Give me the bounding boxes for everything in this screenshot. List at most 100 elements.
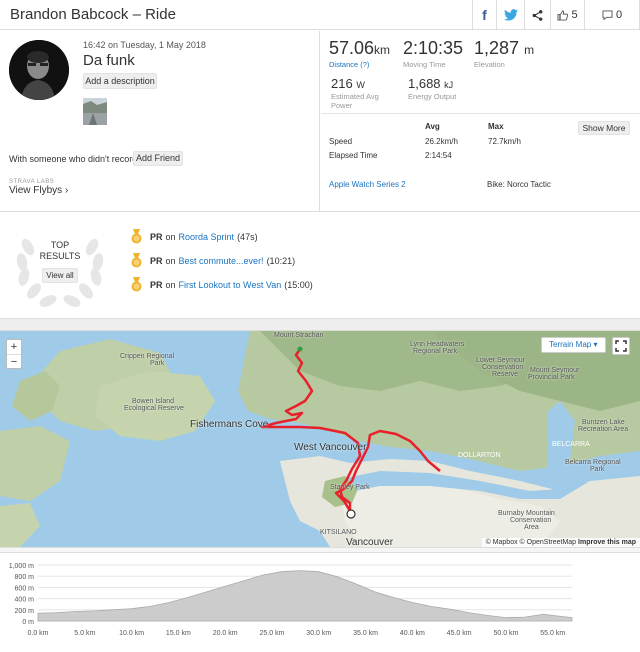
y-tick-label: 600 m (15, 585, 35, 592)
section-divider (0, 211, 640, 212)
elevation-area[interactable] (37, 570, 573, 622)
top-results-heading: TOP RESULTS (25, 240, 95, 262)
x-tick-label: 5.0 km (74, 630, 95, 637)
segment-link[interactable]: Best commute...ever! (179, 256, 264, 266)
activity-summary: 16:42 on Tuesday, 1 May 2018 Da funk Add… (0, 31, 320, 211)
speed-label: Speed (329, 137, 353, 146)
speed-avg: 26.2km/h (425, 137, 458, 146)
activity-stats: 57.06km Distance (?) 2:10:35 Moving Time… (321, 31, 640, 211)
route-map[interactable]: Mount Strachan Lynn Headwaters Regional … (0, 331, 640, 547)
pr-medal-icon (131, 253, 142, 268)
map-label: Regional Park (413, 348, 457, 355)
moving-time-stat: 2:10:35 Moving Time (403, 38, 463, 69)
map-label: Conservation (510, 517, 552, 524)
segment-time: (10:21) (266, 255, 296, 266)
expand-icon (615, 340, 627, 352)
thumbs-up-icon (557, 9, 569, 21)
map-label: Buntzen Lake (582, 419, 625, 426)
pr-badge: PR (150, 231, 163, 242)
map-label: KITSILANO (320, 529, 357, 536)
map-label: DOLLARTON (458, 452, 501, 459)
comment-button[interactable]: 0 (584, 0, 640, 30)
moving-time-label: Moving Time (403, 60, 446, 69)
activity-date: 16:42 on Tuesday, 1 May 2018 (83, 40, 206, 50)
achievement-item: PR on Roorda Sprint (47s) (130, 229, 258, 244)
map-type-select[interactable]: Terrain Map ▾ (541, 337, 606, 353)
power-label-1: Estimated Avg (331, 92, 379, 101)
twitter-icon (503, 9, 518, 21)
with-someone-text: With someone who didn't record? (9, 154, 143, 164)
segment-link[interactable]: Roorda Sprint (179, 232, 235, 242)
segment-time: (15:00) (284, 279, 313, 290)
moving-time-value: 2:10:35 (403, 38, 464, 58)
fullscreen-button[interactable] (612, 337, 630, 355)
device-link[interactable]: Apple Watch Series 2 (329, 180, 406, 189)
view-all-button[interactable]: View all (42, 268, 78, 283)
energy-value: 1,688 (408, 76, 441, 91)
map-label: Park (150, 360, 165, 367)
kudos-count: 5 (571, 9, 578, 21)
map-label: Stanley Park (330, 484, 370, 491)
map-label: Crippen Regional (120, 353, 175, 360)
achievement-item: PR on Best commute...ever! (10:21) (130, 253, 295, 268)
osm-attribution[interactable]: © OpenStreetMap (520, 539, 577, 546)
top-results-line-1: TOP (50, 240, 70, 250)
start-marker (297, 346, 303, 352)
avatar[interactable] (9, 40, 69, 100)
facebook-icon: f (482, 7, 487, 23)
improve-map-link[interactable]: Improve this map (578, 539, 636, 546)
map-label: Belcarra Regional (565, 459, 621, 466)
map-label: Park (590, 466, 605, 473)
stats-divider (321, 113, 640, 114)
map-label: Fishermans Cove (190, 419, 269, 430)
x-tick-label: 0.0 km (27, 630, 48, 637)
bike-name: Bike: Norco Tactic (487, 180, 551, 189)
zoom-in-button[interactable]: + (7, 340, 21, 355)
view-flybys-link[interactable]: View Flybys › (9, 185, 68, 196)
map-label: Reserve (492, 371, 519, 378)
kudos-button[interactable]: 5 (550, 0, 584, 30)
map-label: Provincial Park (528, 374, 575, 381)
activity-name: Da funk (83, 52, 135, 69)
x-tick-label: 20.0 km (213, 630, 238, 637)
elapsed-label: Elapsed Time (329, 151, 378, 160)
photo-thumbnail[interactable] (83, 98, 107, 125)
add-friend-button[interactable]: Add Friend (133, 151, 183, 166)
x-tick-label: 15.0 km (166, 630, 191, 637)
distance-stat: 57.06km Distance (?) (329, 38, 390, 69)
distance-value: 57.06 (329, 38, 375, 58)
segment-link[interactable]: First Lookout to West Van (179, 280, 282, 290)
elapsed-value: 2:14:54 (425, 151, 452, 160)
elevation-value: 1,287 (474, 38, 520, 58)
x-tick-label: 50.0 km (493, 630, 518, 637)
add-description-button[interactable]: Add a description (83, 73, 157, 89)
mapbox-attribution[interactable]: © Mapbox (486, 539, 518, 546)
pr-medal-icon (131, 277, 142, 292)
twitter-share-button[interactable] (496, 0, 524, 30)
zoom-out-button[interactable]: − (7, 355, 21, 369)
map-label: Lower Seymour (476, 357, 526, 364)
distance-label[interactable]: Distance (?) (329, 60, 390, 69)
x-tick-label: 40.0 km (400, 630, 425, 637)
map-label: Vancouver (346, 537, 394, 547)
athlete-photo (9, 40, 69, 100)
map-label: West Vancouver (294, 442, 367, 453)
energy-label: Energy Output (408, 92, 457, 101)
y-tick-label: 400 m (15, 597, 35, 604)
map-label: Conservation (482, 364, 524, 371)
elevation-stat: 1,287 m Elevation (474, 38, 534, 69)
y-tick-label: 800 m (15, 574, 35, 581)
pr-medal-icon (131, 229, 142, 244)
facebook-share-button[interactable]: f (472, 0, 496, 30)
power-unit: W (356, 80, 365, 90)
map-label: Burnaby Mountain (498, 510, 555, 517)
laurel-icon (16, 238, 104, 307)
share-button[interactable] (524, 0, 550, 30)
share-icon (532, 9, 543, 21)
x-tick-label: 10.0 km (119, 630, 144, 637)
activity-header: Brandon Babcock – Ride f 5 0 (0, 0, 640, 30)
resize-handle[interactable] (0, 547, 640, 553)
comment-icon (602, 10, 613, 20)
show-more-button[interactable]: Show More (578, 121, 630, 135)
photo-image (83, 98, 107, 125)
